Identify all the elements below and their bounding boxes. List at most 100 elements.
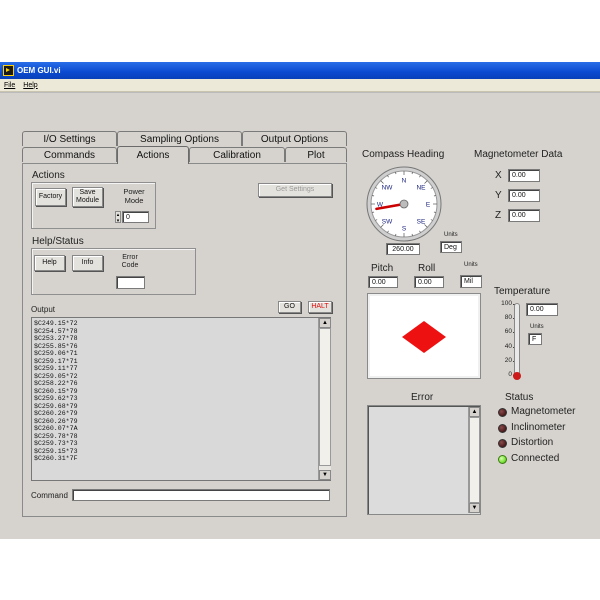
output-line: $C249.15*72 xyxy=(34,320,78,327)
temperature-scale-label: 20 xyxy=(504,356,512,364)
output-line: $C260.15*79 xyxy=(34,387,78,395)
output-line: $C254.57*78 xyxy=(34,327,78,335)
status-distortion-label: Distortion xyxy=(511,437,554,448)
output-label: Output xyxy=(31,305,56,314)
tab-output-options[interactable]: Output Options xyxy=(242,131,347,146)
error-title: Error xyxy=(411,392,434,403)
temperature-scale: 100 80 60 40 20 0 xyxy=(494,300,516,382)
compass-title: Compass Heading xyxy=(362,149,445,160)
output-line: $C259.17*71 xyxy=(34,357,78,365)
output-line: $C259.73*73 xyxy=(34,440,78,447)
output-line: $C259.15*73 xyxy=(34,447,78,455)
output-line: $C259.78*78 xyxy=(34,432,78,440)
actions-title: Actions xyxy=(32,170,65,181)
attitude-diamond-icon xyxy=(402,321,446,353)
status-title: Status xyxy=(505,392,534,403)
tab-sampling-options[interactable]: Sampling Options xyxy=(117,131,242,146)
tab-io-settings[interactable]: I/O Settings xyxy=(22,131,117,146)
mag-x-field: 0.00 xyxy=(508,169,540,182)
temperature-units-label: Units xyxy=(530,324,544,330)
status-connected-label: Connected xyxy=(511,453,560,464)
roll-label: Roll xyxy=(418,263,436,274)
scroll-thumb[interactable] xyxy=(319,328,331,466)
temperature-scale-label: 0 xyxy=(508,371,512,378)
output-line: $C259.62*73 xyxy=(34,395,78,402)
error-scrollbar[interactable]: ▲ ▼ xyxy=(468,407,480,513)
error-code-label: Error Code xyxy=(121,254,139,269)
power-mode-field[interactable]: 0 xyxy=(122,211,149,223)
error-code-field xyxy=(116,276,145,289)
info-button[interactable]: Info xyxy=(72,255,103,271)
compass-label-se: SE xyxy=(417,218,426,225)
mag-y-label: Y xyxy=(495,190,502,201)
output-line: $C260.31*7F xyxy=(34,455,78,462)
output-line: $C259.68*79 xyxy=(34,402,78,410)
heading-units-label: Units xyxy=(444,232,458,238)
compass-label-ne: NE xyxy=(416,184,426,191)
output-line: $C255.85*76 xyxy=(34,342,78,350)
mag-x-label: X xyxy=(495,170,502,181)
output-line: $C260.26*79 xyxy=(34,410,78,417)
scroll-down-icon[interactable]: ▼ xyxy=(319,470,331,480)
magnetometer-title: Magnetometer Data xyxy=(474,149,563,160)
help-status-title: Help/Status xyxy=(32,236,84,247)
temperature-units-field[interactable]: F xyxy=(528,333,542,345)
help-button[interactable]: Help xyxy=(34,255,65,271)
tab-actions[interactable]: Actions xyxy=(117,146,189,164)
get-settings-button[interactable]: Get Settings xyxy=(258,183,332,197)
compass-label-sw: SW xyxy=(382,218,393,225)
temperature-value-field: 0.00 xyxy=(526,303,558,316)
error-scroll-down-icon[interactable]: ▼ xyxy=(469,503,480,513)
scroll-up-icon[interactable]: ▲ xyxy=(319,318,331,328)
compass-dial: NNEESESSWWNW xyxy=(366,166,442,242)
output-scrollbar[interactable]: ▲ ▼ xyxy=(318,318,331,480)
factory-button[interactable]: Factory xyxy=(35,188,66,206)
go-button[interactable]: GO xyxy=(278,301,301,313)
menu-bar: File Help xyxy=(0,79,600,92)
attitude-units-field[interactable]: Mil xyxy=(460,275,482,288)
heading-value-field: 260.00 xyxy=(386,243,420,255)
halt-button[interactable]: HALT xyxy=(308,301,332,313)
menu-help[interactable]: Help xyxy=(19,82,41,89)
output-line: $C260.26*79 xyxy=(34,417,78,425)
tab-plot[interactable]: Plot xyxy=(285,147,347,162)
window-titlebar[interactable]: OEM GUI.vi xyxy=(0,62,600,79)
heading-units-field[interactable]: Deg xyxy=(440,241,462,253)
connected-led-icon xyxy=(498,455,507,464)
power-mode-spinner[interactable]: ▴ ▾ xyxy=(115,211,121,224)
compass-label-n: N xyxy=(402,177,407,184)
window-title: OEM GUI.vi xyxy=(17,66,61,75)
tab-calibration[interactable]: Calibration xyxy=(189,147,285,162)
save-module-button[interactable]: Save Module xyxy=(72,187,103,207)
error-scroll-up-icon[interactable]: ▲ xyxy=(469,407,480,417)
output-textbox[interactable]: $C249.15*72 $C254.57*78 $C253.27*78 $C255.8… xyxy=(31,317,331,481)
pitch-value-field: 0.00 xyxy=(368,276,398,288)
compass-label-s: S xyxy=(402,225,407,232)
attitude-indicator xyxy=(367,293,481,379)
mag-y-field: 0.00 xyxy=(508,189,540,202)
power-mode-label: Power Mode xyxy=(123,187,145,205)
error-textbox[interactable]: ▲ ▼ xyxy=(367,405,481,515)
temperature-scale-label: 40 xyxy=(504,342,512,350)
output-line: $C258.22*76 xyxy=(34,380,78,387)
menu-file[interactable]: File xyxy=(0,82,19,89)
magnetometer-led-icon xyxy=(498,408,507,417)
compass-label-nw: NW xyxy=(382,184,394,191)
attitude-units-label: Units xyxy=(464,262,478,268)
pitch-label: Pitch xyxy=(371,263,394,274)
mag-z-label: Z xyxy=(495,210,502,221)
temperature-scale-label: 60 xyxy=(504,328,512,336)
output-line: $C259.06*71 xyxy=(34,350,78,357)
status-magnetometer-label: Magnetometer xyxy=(511,406,576,417)
distortion-led-icon xyxy=(498,439,507,448)
output-line: $C260.07*7A xyxy=(34,425,78,432)
output-line: $C259.05*72 xyxy=(34,372,78,380)
mag-z-field: 0.00 xyxy=(508,209,540,222)
error-scroll-thumb[interactable] xyxy=(469,417,480,503)
temperature-scale-label: 80 xyxy=(504,314,512,322)
compass-label-e: E xyxy=(426,201,431,208)
compass-hub xyxy=(399,199,409,209)
tab-commands[interactable]: Commands xyxy=(22,147,117,162)
inclinometer-led-icon xyxy=(498,424,507,433)
command-input[interactable] xyxy=(72,489,330,501)
